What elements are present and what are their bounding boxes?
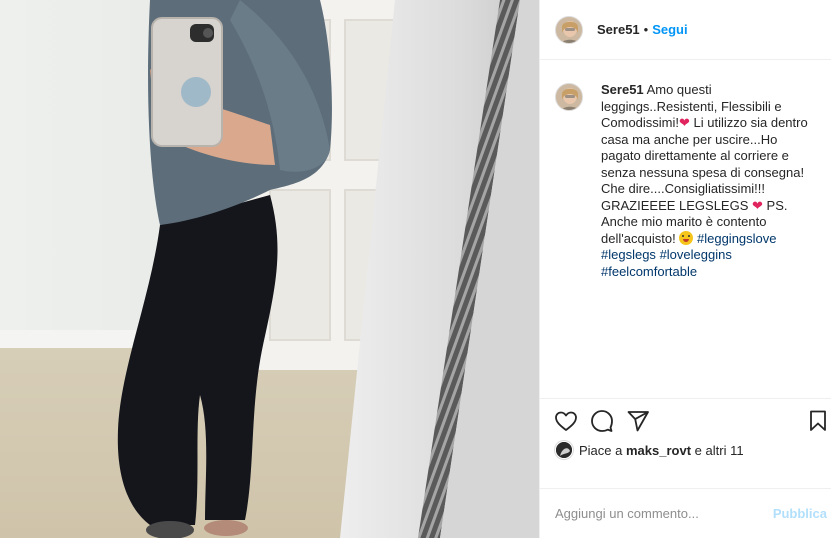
publish-button[interactable]: Pubblica — [773, 506, 827, 521]
mirror-selfie-image — [0, 0, 539, 538]
bookmark-icon[interactable] — [806, 409, 830, 433]
post-side-panel: Sere51 • Segui Sere51 Amo questi legging… — [539, 0, 831, 538]
comment-bubble-icon[interactable] — [590, 409, 614, 433]
heart-outline-icon[interactable] — [554, 409, 578, 433]
likes-summary: Piace a maks_rovt e altri 11 — [555, 440, 744, 460]
avatar-image — [556, 16, 582, 43]
caption-text: Sere51 Amo questi leggings..Resistenti, … — [601, 82, 818, 398]
red-heart-icon: ❤ — [679, 115, 690, 130]
liker-avatar-image — [556, 442, 572, 458]
post-header: Sere51 • Segui — [540, 0, 831, 60]
post-photo[interactable] — [0, 0, 539, 538]
post-author-username[interactable]: Sere51 — [597, 22, 640, 37]
follow-button[interactable]: Segui — [652, 22, 687, 37]
hashtag-link[interactable]: #feelcomfortable — [601, 264, 697, 279]
separator-dot: • — [643, 22, 649, 37]
winking-tongue-face-emoji-icon — [679, 230, 694, 245]
red-heart-icon: ❤ — [752, 197, 763, 213]
caption-username[interactable]: Sere51 — [601, 82, 644, 97]
hashtag-link[interactable]: #legslegs — [601, 247, 656, 262]
hashtag-link[interactable]: #loveleggins — [660, 247, 732, 262]
hashtag-link[interactable]: #leggingslove — [697, 231, 777, 246]
comment-bar: Pubblica — [540, 488, 831, 538]
liker-username[interactable]: maks_rovt — [626, 443, 691, 458]
caption-avatar[interactable] — [555, 83, 583, 111]
likes-prefix: Piace a — [579, 442, 623, 458]
comment-input[interactable] — [555, 506, 773, 521]
paper-plane-icon[interactable] — [626, 409, 650, 433]
liker-avatar[interactable] — [555, 441, 573, 459]
likes-suffix[interactable]: e altri 11 — [695, 443, 744, 458]
caption-section: Sere51 Amo questi leggings..Resistenti, … — [540, 60, 831, 398]
avatar[interactable] — [555, 15, 583, 44]
avatar-image — [556, 84, 582, 110]
